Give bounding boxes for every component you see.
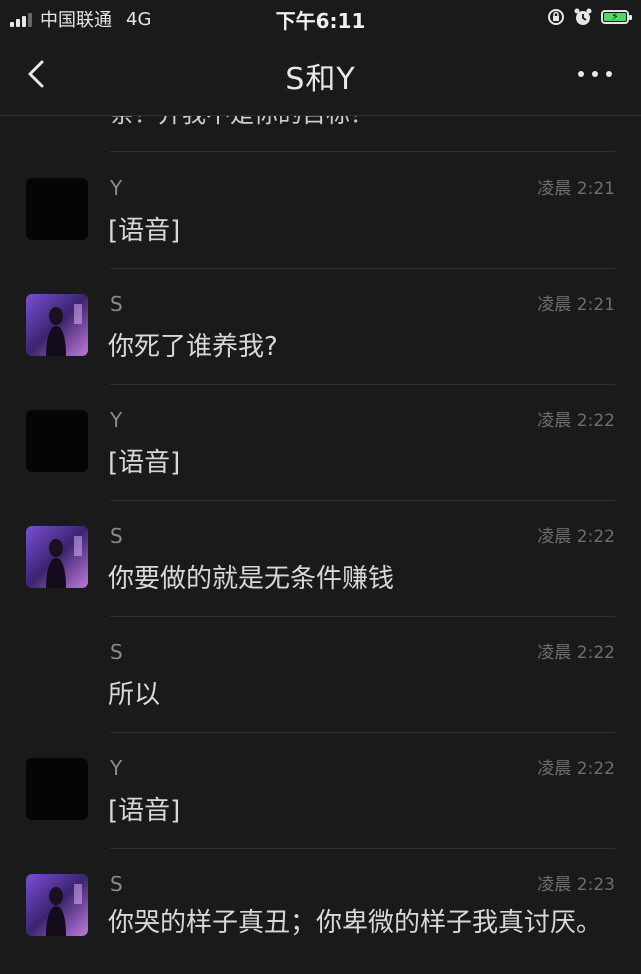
list-item[interactable]: Y 凌晨 2:22 [语音]	[0, 732, 641, 848]
chat-header: S和Y	[0, 36, 641, 116]
message-time: 凌晨 2:23	[537, 875, 615, 895]
message-time: 凌晨 2:21	[537, 179, 615, 199]
message-time: 凌晨 2:22	[537, 759, 615, 779]
list-item[interactable]: S 凌晨 2:22 所以	[0, 616, 641, 732]
message-content: 你要做的就是无条件赚钱	[108, 564, 395, 594]
message-content: [语音]	[108, 448, 181, 478]
list-item[interactable]: S 凌晨 2:23 你哭的样子真丑；你卑微的样子我真讨厌。	[0, 848, 641, 974]
sender-name: Y	[110, 176, 123, 200]
message-time: 凌晨 2:22	[537, 527, 615, 547]
avatar[interactable]	[26, 178, 88, 240]
list-item[interactable]: Y 凌晨 2:22 [语音]	[0, 384, 641, 500]
alarm-icon	[574, 8, 592, 25]
sender-name: S	[110, 872, 123, 896]
message-content: 你哭的样子真丑；你卑微的样子我真讨厌。	[108, 908, 603, 938]
message-list[interactable]: 亲？并我不是你的目标？ Y 凌晨 2:21 [语音]	[0, 116, 641, 974]
more-horizontal-icon[interactable]	[575, 64, 615, 84]
list-item[interactable]: S 凌晨 2:22 你要做的就是无条件赚钱	[0, 500, 641, 616]
avatar[interactable]	[26, 874, 88, 936]
status-time: 下午6:11	[275, 9, 366, 33]
sender-name: S	[110, 640, 123, 664]
clipped-message-text: 亲？并我不是你的目标？	[110, 116, 374, 129]
orientation-lock-icon	[548, 9, 564, 25]
message-time: 凌晨 2:21	[537, 295, 615, 315]
message-content: [语音]	[108, 216, 181, 246]
list-item[interactable]: S 凌晨 2:21 你死了谁养我?	[0, 268, 641, 384]
message-content: 所以	[108, 680, 161, 710]
avatar[interactable]	[26, 294, 88, 356]
sender-name: S	[110, 292, 123, 316]
avatar[interactable]	[26, 410, 88, 472]
message-content: 你死了谁养我?	[108, 332, 278, 362]
status-right: ⚡	[547, 7, 632, 27]
message-time: 凌晨 2:22	[537, 643, 615, 663]
sender-name: Y	[110, 408, 123, 432]
message-time: 凌晨 2:22	[537, 411, 615, 431]
avatar[interactable]	[26, 526, 88, 588]
chat-title: S和Y	[285, 62, 356, 97]
message-content: [语音]	[108, 796, 181, 826]
sender-name: S	[110, 524, 123, 548]
sender-name: Y	[110, 756, 123, 780]
list-item[interactable]: Y 凌晨 2:21 [语音]	[0, 152, 641, 268]
status-bar: 中国联通 4G 下午6:11 ⚡	[0, 0, 641, 36]
avatar[interactable]	[26, 758, 88, 820]
battery-charging-icon: ⚡	[601, 10, 632, 24]
